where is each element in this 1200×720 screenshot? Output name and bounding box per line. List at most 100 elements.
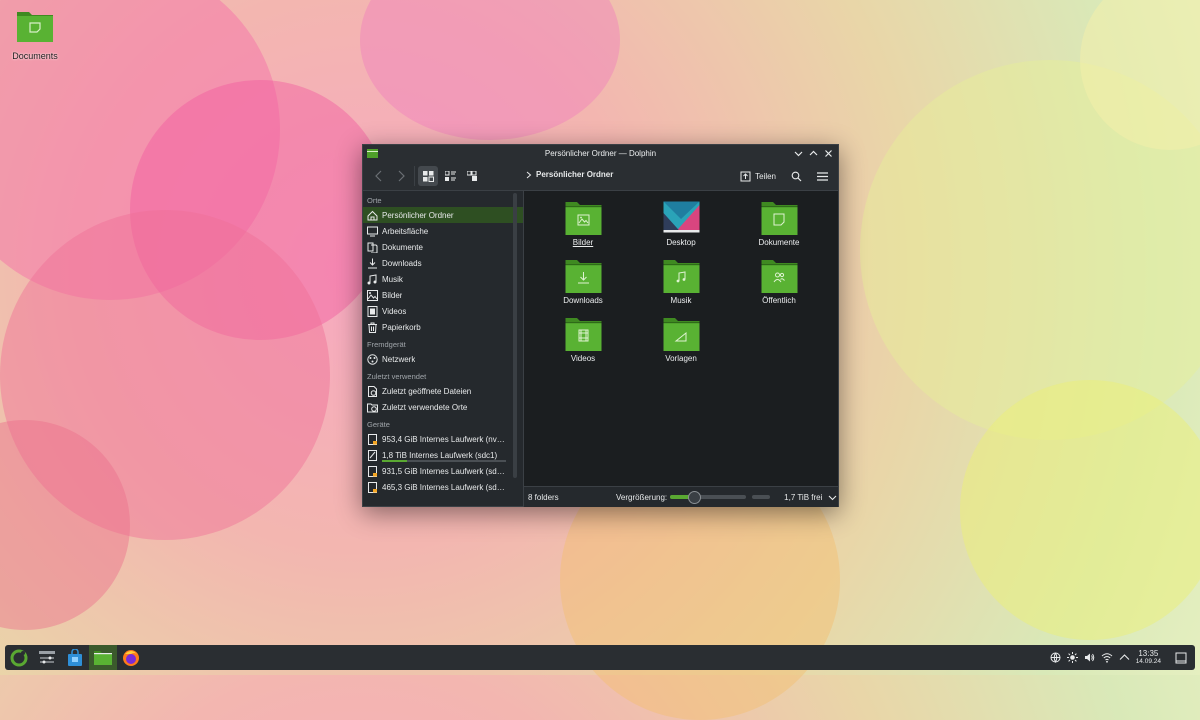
- network-icon: [367, 353, 378, 365]
- desktop-documents-folder[interactable]: Documents: [10, 8, 60, 61]
- application-launcher[interactable]: [5, 645, 33, 670]
- folder-item[interactable]: Öffentlich: [734, 259, 824, 305]
- forward-button[interactable]: [391, 166, 411, 186]
- sidebar-item-label: Downloads: [382, 258, 422, 268]
- brightness-icon[interactable]: [1066, 652, 1078, 663]
- zoom-slider[interactable]: [670, 491, 747, 504]
- firefox-launcher[interactable]: [117, 645, 145, 670]
- dolphin-window: Persönlicher Ordner — Dolphin Persönlich…: [362, 144, 839, 507]
- recent-places-icon: [367, 402, 378, 413]
- folder-name: Dokumente: [758, 238, 800, 247]
- details-view-button[interactable]: [462, 166, 482, 186]
- sidebar-item-label: Musik: [382, 274, 403, 284]
- desktop-icon-label: Documents: [12, 51, 58, 61]
- drive-mounted-icon: [367, 449, 378, 461]
- folder-view[interactable]: Bilder Desktop Dokumente Downloads Musik Öffe…: [524, 191, 838, 486]
- folder-item[interactable]: Bilder: [538, 201, 628, 247]
- folder-name: Öffentlich: [762, 296, 796, 305]
- public-folder-icon: [761, 260, 797, 293]
- taskbar: 13:35 14.09.24: [5, 645, 1195, 670]
- sidebar-item-label: 953,4 GiB Internes Laufwerk (nvme0n1p2): [382, 434, 508, 444]
- home-icon: [367, 210, 378, 221]
- sidebar-item[interactable]: 931,5 GiB Internes Laufwerk (sdb1): [363, 463, 523, 479]
- desktop-icon: [367, 226, 378, 237]
- store-bag-icon: [68, 648, 82, 666]
- sidebar-scrollbar[interactable]: [513, 193, 517, 478]
- trash-icon: [367, 322, 378, 333]
- sidebar-item-label: Videos: [382, 306, 407, 316]
- sidebar-item[interactable]: Dokumente: [363, 239, 523, 255]
- sidebar-item[interactable]: 1,8 TiB Internes Laufwerk (sdc1): [363, 447, 523, 463]
- folder-item[interactable]: Musik: [636, 259, 726, 305]
- space-info-bar: [752, 495, 771, 499]
- clock-time: 13:35: [1138, 648, 1159, 658]
- details-view-icon: [466, 170, 477, 181]
- places-section-header: Orte: [367, 196, 382, 205]
- breadcrumb[interactable]: Persönlicher Ordner: [526, 170, 613, 179]
- zoom-slider-handle[interactable]: [687, 491, 701, 504]
- tray-expand-icon[interactable]: [1119, 652, 1130, 663]
- share-button[interactable]: Teilen: [736, 166, 780, 186]
- sidebar-item[interactable]: 953,4 GiB Internes Laufwerk (nvme0n1p2): [363, 431, 523, 447]
- free-space: 1,7 TiB frei: [784, 492, 823, 502]
- system-settings-launcher[interactable]: [33, 645, 61, 670]
- close-button[interactable]: [823, 148, 834, 159]
- image-folder-icon: [565, 202, 601, 235]
- discover-launcher[interactable]: [61, 645, 89, 670]
- search-button[interactable]: [786, 166, 806, 186]
- folder-name: Bilder: [572, 238, 594, 247]
- sidebar-item[interactable]: Videos: [363, 303, 523, 319]
- back-arrow-icon: [375, 170, 382, 182]
- show-desktop-icon[interactable]: [1175, 652, 1187, 664]
- folder-name: Downloads: [563, 296, 603, 305]
- zoom-label: Vergrößerung:: [616, 492, 668, 502]
- minimize-button[interactable]: [793, 148, 804, 159]
- window-title: Persönlicher Ordner — Dolphin: [544, 149, 657, 158]
- folder-item[interactable]: Videos: [538, 317, 628, 363]
- back-button[interactable]: [369, 166, 389, 186]
- sidebar-item[interactable]: Zuletzt geöffnete Dateien: [363, 383, 523, 399]
- sidebar-item[interactable]: Netzwerk: [363, 351, 523, 367]
- item-count: 8 folders: [528, 492, 559, 502]
- folder-item[interactable]: Dokumente: [734, 201, 824, 247]
- remote-section-header: Fremdgerät: [367, 340, 406, 349]
- volume-icon[interactable]: [1084, 652, 1095, 663]
- sidebar-item-label: Persönlicher Ordner: [382, 210, 454, 220]
- sidebar-item-label: Dokumente: [382, 242, 423, 252]
- video-folder-icon: [565, 318, 601, 351]
- compact-view-button[interactable]: [440, 166, 460, 186]
- wifi-icon[interactable]: [1101, 652, 1113, 663]
- sidebar-item[interactable]: 465,3 GiB Internes Laufwerk (sda1): [363, 479, 523, 495]
- digital-clock[interactable]: 13:35 14.09.24: [1136, 648, 1161, 666]
- settings-sliders-icon: [39, 650, 55, 663]
- video-icon: [367, 305, 378, 317]
- dolphin-app-icon: [367, 149, 378, 158]
- sidebar-item[interactable]: Arbeitsfläche: [363, 223, 523, 239]
- sidebar-item[interactable]: Zuletzt verwendete Orte: [363, 399, 523, 415]
- sidebar-item[interactable]: Papierkorb: [363, 319, 523, 335]
- network-globe-icon[interactable]: [1050, 652, 1061, 663]
- chevron-up-icon: [809, 150, 818, 156]
- launcher-icon: [10, 649, 28, 666]
- sidebar-item-label: Bilder: [382, 290, 403, 300]
- image-icon: [367, 289, 378, 301]
- download-icon: [367, 258, 378, 269]
- download-folder-icon: [565, 260, 601, 293]
- dolphin-task[interactable]: [89, 645, 117, 670]
- folder-item[interactable]: Downloads: [538, 259, 628, 305]
- sidebar-item-label: Arbeitsfläche: [382, 226, 429, 236]
- sidebar-item[interactable]: Musik: [363, 271, 523, 287]
- chevron-down-icon[interactable]: [828, 493, 837, 502]
- sidebar-item[interactable]: Bilder: [363, 287, 523, 303]
- sidebar-item[interactable]: Downloads: [363, 255, 523, 271]
- titlebar[interactable]: Persönlicher Ordner — Dolphin: [363, 145, 838, 162]
- sidebar-item-label: 1,8 TiB Internes Laufwerk (sdc1): [382, 450, 498, 460]
- folder-item[interactable]: Desktop: [636, 201, 726, 247]
- menu-button[interactable]: [812, 166, 832, 186]
- recent-section-header: Zuletzt verwendet: [367, 372, 427, 381]
- chevron-right-icon: [526, 171, 532, 178]
- folder-item[interactable]: Vorlagen: [636, 317, 726, 363]
- icons-view-button[interactable]: [418, 166, 438, 186]
- maximize-button[interactable]: [808, 148, 819, 159]
- sidebar-item[interactable]: Persönlicher Ordner: [363, 207, 523, 223]
